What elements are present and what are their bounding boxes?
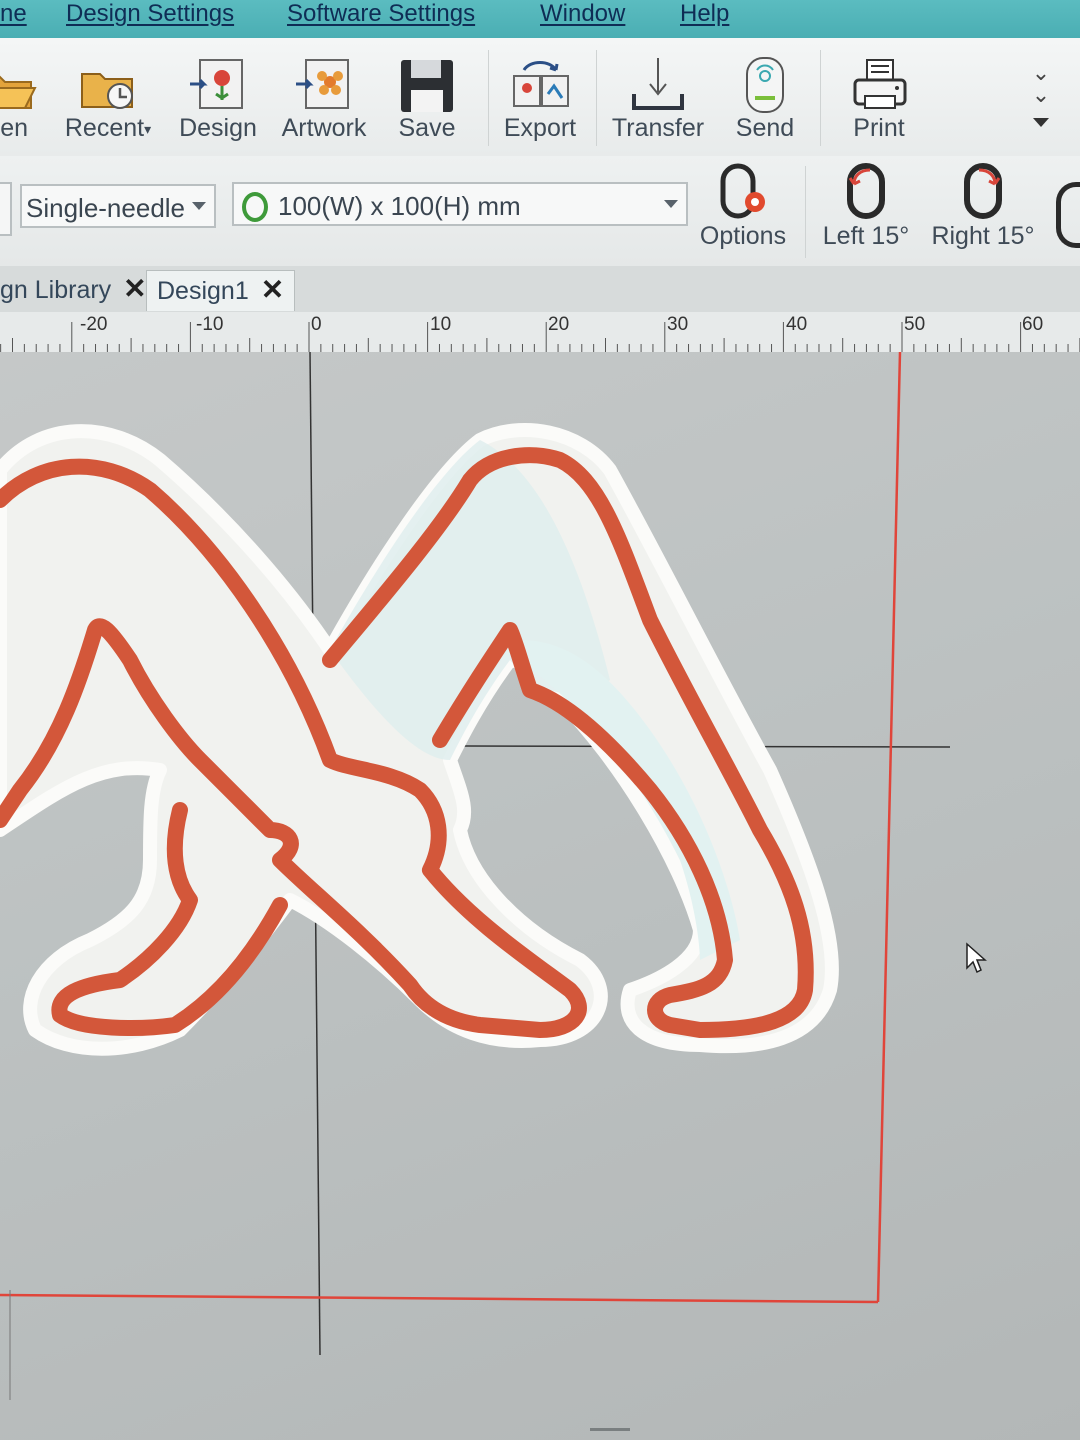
machine-type-value: Single-needle [26,193,186,223]
tab-label: gn Library [0,276,112,304]
mouse-pointer-icon [966,942,987,974]
rotate-right-icon [964,163,1002,219]
ruler-label: 20 [548,314,570,335]
transfer-button[interactable]: Transfer [608,48,708,154]
ribbon-separator [488,50,489,146]
canvas-drawing [0,352,951,1400]
export-button[interactable]: Export [496,48,584,154]
design-button[interactable]: Design [175,48,261,154]
options-gear-icon [720,163,765,219]
export-label: Export [503,114,577,142]
design-import-icon [190,59,243,109]
design-label: Design [179,114,257,142]
ruler-label: 60 [1022,314,1044,335]
save-button[interactable]: Save [388,48,466,154]
ruler-label: 10 [430,314,452,335]
transfer-label: Transfer [611,114,705,142]
dropdown-caret-icon [1033,118,1049,127]
embroidery-design[interactable] [0,423,839,1056]
rotate-right-button[interactable]: Right 15° [928,156,1038,262]
menu-item-design-settings[interactable]: Design Settings [66,0,234,28]
ruler-label: 30 [667,314,689,335]
ruler-label: -20 [80,314,108,335]
hoop-size-select[interactable]: 100(W) x 100(H) mm [232,182,688,226]
transfer-icon [632,58,684,110]
machine-type-select[interactable]: Single-needle [20,184,216,228]
ribbon-separator [596,50,597,146]
floppy-disk-icon [401,60,453,112]
ribbon-separator [820,50,821,146]
next-tool-button[interactable] [1056,182,1080,248]
tab-label: Design1 [157,277,249,305]
recent-label-text: Recent [64,114,145,142]
horizontal-ruler: -20 -10 0 10 20 30 40 50 60 [0,312,1080,353]
document-tabs: gn Library ✕ Design1 ✕ [0,266,1080,314]
menu-item-help[interactable]: Help [680,0,729,28]
send-usb-icon [746,57,784,113]
close-icon[interactable]: ✕ [261,274,284,305]
ribbon-more-button[interactable]: ⌄ ⌄ [1026,62,1056,132]
chevron-down-icon [664,200,678,208]
menu-item-software-settings[interactable]: Software Settings [287,0,475,28]
menu-bar: ne Design Settings Software Settings Win… [0,0,1080,38]
hoop-boundary-right [876,352,902,1303]
left-edge-control[interactable] [0,182,12,236]
double-chevron-down-icon: ⌄ ⌄ [1031,60,1051,107]
ruler-label: 50 [904,314,926,335]
rotate-left-label: Left 15° [822,222,910,250]
artwork-label: Artwork [281,114,367,142]
ruler-label: 0 [311,314,322,335]
ruler-label: 40 [786,314,808,335]
options-label: Options [699,222,787,250]
hoop-icon [242,192,268,222]
toolbar-separator [805,166,806,258]
artwork-button[interactable]: Artwork [276,48,372,154]
tab-design-library[interactable]: gn Library ✕ [0,270,147,310]
options-button[interactable]: Options [696,156,790,262]
rotate-left-button[interactable]: Left 15° [818,156,914,262]
print-button[interactable]: Print [840,48,918,154]
recent-button[interactable]: Recent▾ [60,48,156,154]
recent-folder-icon [81,73,133,109]
ribbon: en Recent▾ Design Artwork Save Export Tr… [0,38,1080,157]
design-canvas[interactable] [0,352,1080,1440]
hoop-size-value: 100(W) x 100(H) mm [278,191,521,221]
printer-icon [853,59,907,109]
send-button[interactable]: Send [726,48,804,154]
menu-item-window[interactable]: Window [540,0,625,28]
scroll-handle[interactable] [590,1428,630,1431]
send-label: Send [735,114,795,142]
rotate-left-icon [847,163,885,219]
artwork-import-icon [296,59,349,109]
save-label: Save [398,114,456,142]
tab-design1[interactable]: Design1 ✕ [146,270,296,311]
chevron-down-icon [192,202,206,210]
close-icon[interactable]: ✕ [123,273,146,304]
rotate-right-label: Right 15° [931,222,1035,250]
print-label: Print [853,114,905,142]
export-icon [513,61,569,107]
chevron-down-icon: ▾ [144,120,152,137]
hoop-boundary-bottom [0,1293,879,1304]
ruler-label: -10 [196,314,224,335]
design-toolbar: Single-needle 100(W) x 100(H) mm Options… [0,156,1080,266]
open-folder-icon [0,75,37,109]
recent-label: Recent▾ [60,114,156,143]
open-label: en [0,114,28,142]
open-button[interactable]: en [0,48,40,154]
menu-item-file[interactable]: ne [0,0,27,28]
